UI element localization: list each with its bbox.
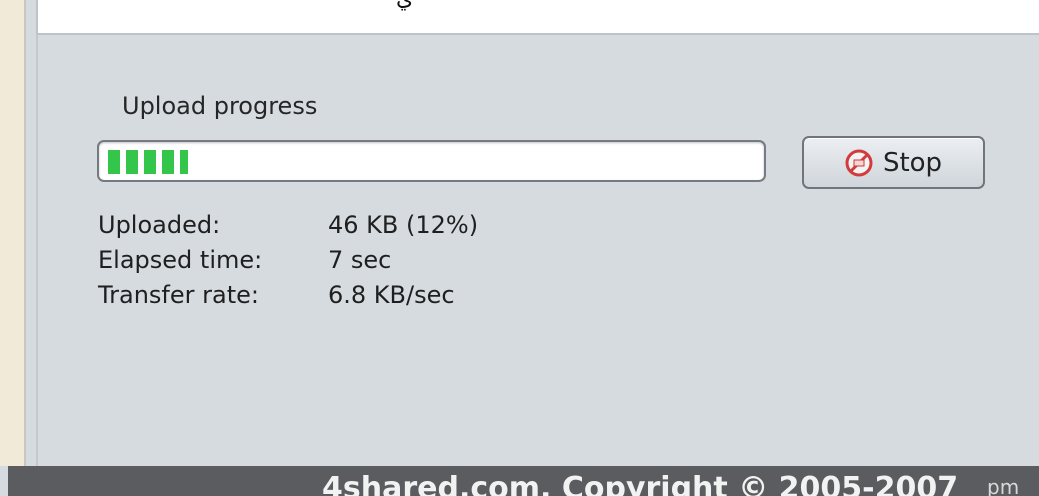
- elapsed-row: Elapsed time: 7 sec: [98, 243, 478, 278]
- upload-progress-bar: [97, 140, 766, 182]
- top-panel: ي: [36, 0, 1039, 35]
- stop-icon: [845, 149, 873, 176]
- transfer-rate-value: 6.8 KB/sec: [328, 281, 455, 309]
- transfer-rate-row: Transfer rate: 6.8 KB/sec: [98, 278, 478, 313]
- footer: 4shared.com. Copyright © 2005-2007 pm: [8, 466, 1039, 496]
- left-border-strip: [0, 0, 26, 466]
- elapsed-label: Elapsed time:: [98, 246, 263, 274]
- stop-upload-button[interactable]: Stop: [802, 136, 985, 189]
- upload-progress-title: Upload progress: [122, 92, 318, 120]
- upload-stats: Uploaded: 46 KB (12%) Elapsed time: 7 se…: [98, 208, 478, 313]
- top-panel-text: ي: [396, 0, 413, 11]
- uploaded-label: Uploaded:: [98, 211, 221, 239]
- stop-button-label: Stop: [882, 147, 943, 178]
- uploaded-row: Uploaded: 46 KB (12%): [98, 208, 478, 243]
- uploaded-value: 46 KB (12%): [328, 211, 479, 239]
- elapsed-value: 7 sec: [328, 246, 392, 274]
- upload-progress-fill: [108, 150, 188, 174]
- footer-extra-text: pm: [987, 475, 1020, 496]
- transfer-rate-label: Transfer rate:: [98, 281, 259, 309]
- copyright-text: 4shared.com. Copyright © 2005-2007: [322, 471, 959, 496]
